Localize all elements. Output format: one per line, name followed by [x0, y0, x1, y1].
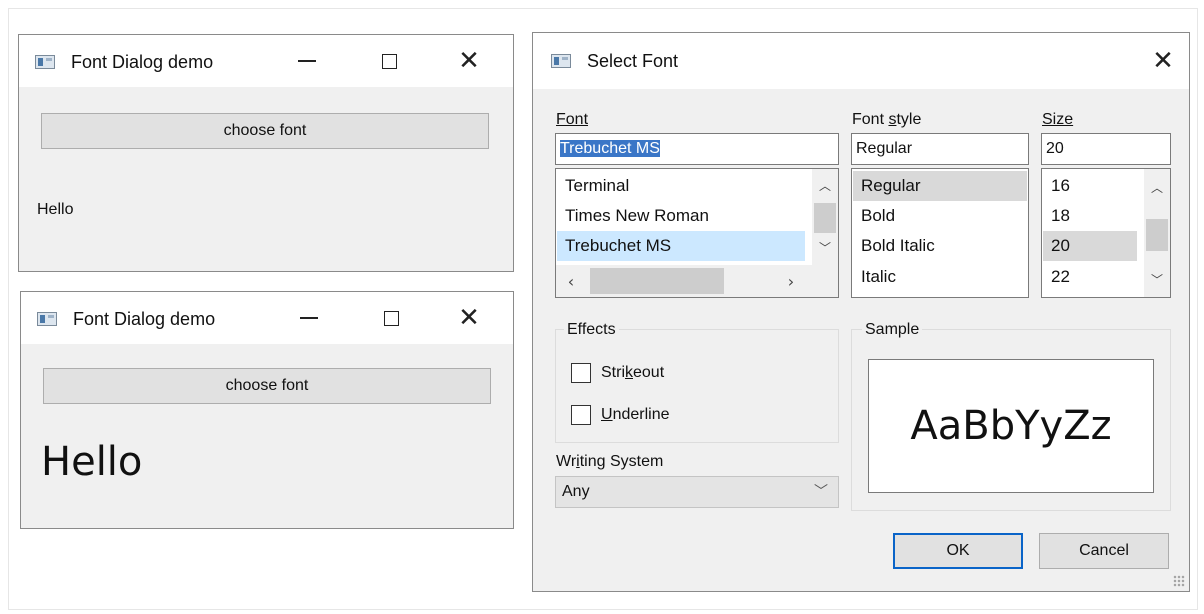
- font-name-selected-text: Trebuchet MS: [560, 140, 660, 157]
- minimize-icon: [298, 60, 316, 62]
- cancel-button[interactable]: Cancel: [1039, 533, 1169, 569]
- font-style-input[interactable]: Regular: [851, 133, 1029, 165]
- sample-text: AaBbYyZz: [910, 403, 1112, 449]
- app-icon: [551, 54, 571, 68]
- underline-checkbox[interactable]: [571, 405, 591, 425]
- size-list-vscrollbar[interactable]: ︿ ﹀: [1144, 169, 1170, 297]
- list-item-selected[interactable]: Trebuchet MS: [557, 231, 805, 261]
- window-title: Font Dialog demo: [71, 52, 214, 72]
- chevron-up-icon[interactable]: ︿: [812, 173, 838, 197]
- dialog-title: Select Font: [587, 51, 679, 71]
- chevron-left-icon[interactable]: ‹: [558, 269, 584, 293]
- effects-title: Effects: [564, 321, 619, 339]
- hello-label: Hello: [37, 201, 74, 218]
- close-icon: ✕: [1152, 46, 1174, 76]
- size-input[interactable]: 20: [1041, 133, 1171, 165]
- ok-button[interactable]: OK: [893, 533, 1023, 569]
- strikeout-checkbox[interactable]: [571, 363, 591, 383]
- maximize-icon: [381, 53, 397, 69]
- list-item-selected[interactable]: Regular: [853, 171, 1027, 201]
- font-dialog-demo-window-bottom: Font Dialog demo ✕ choose font Hello: [20, 291, 514, 529]
- writing-system-combo[interactable]: Any ﹀: [555, 476, 839, 508]
- window-title: Font Dialog demo: [73, 309, 216, 329]
- app-icon: [35, 55, 55, 69]
- scroll-thumb[interactable]: [814, 203, 836, 233]
- underline-u: U: [601, 406, 613, 423]
- minimize-icon: [300, 317, 318, 319]
- size-label: Size: [1042, 111, 1073, 129]
- hello-label: Hello: [41, 439, 143, 485]
- list-item[interactable]: Times New Roman: [557, 201, 807, 231]
- chevron-down-icon: ﹀: [814, 484, 828, 500]
- list-item[interactable]: 22: [1043, 262, 1139, 292]
- font-style-label: Font style: [852, 111, 922, 128]
- font-list[interactable]: Terminal Times New Roman Trebuchet MS ︿ …: [555, 168, 839, 298]
- maximize-button[interactable]: [369, 41, 409, 81]
- close-icon: ✕: [458, 303, 480, 333]
- close-button[interactable]: ✕: [1143, 41, 1183, 81]
- underline-checkbox-row[interactable]: Underline: [571, 405, 670, 425]
- list-item[interactable]: Bold Italic: [853, 231, 1027, 261]
- minimize-button[interactable]: [289, 298, 329, 338]
- size-list[interactable]: 16 18 20 22 ︿ ﹀: [1041, 168, 1171, 298]
- close-button[interactable]: ✕: [449, 298, 489, 338]
- choose-font-button[interactable]: choose font: [43, 368, 491, 404]
- scroll-thumb[interactable]: [1146, 219, 1168, 251]
- close-icon: ✕: [458, 46, 480, 76]
- strikeout-label: Strikeout: [601, 364, 665, 381]
- chevron-right-icon[interactable]: ›: [778, 269, 804, 293]
- strikeout-u: k: [625, 364, 633, 381]
- font-style-label-u: s: [888, 111, 897, 128]
- font-label-text: Font: [556, 111, 589, 128]
- chevron-down-icon[interactable]: ﹀: [812, 235, 838, 259]
- list-item[interactable]: Bold: [853, 201, 1027, 231]
- list-item[interactable]: 18: [1043, 201, 1139, 231]
- title-bar[interactable]: Font Dialog demo ✕: [19, 35, 513, 87]
- font-label: Font: [556, 111, 588, 129]
- strikeout-checkbox-row[interactable]: Strikeout: [571, 363, 664, 383]
- list-item-selected[interactable]: 20: [1043, 231, 1137, 261]
- sample-title: Sample: [862, 321, 923, 339]
- font-list-vscrollbar[interactable]: ︿ ﹀: [812, 169, 838, 265]
- font-list-hscrollbar[interactable]: ‹ ›: [556, 265, 838, 297]
- chevron-down-icon[interactable]: ﹀: [1144, 267, 1170, 291]
- sample-preview: AaBbYyZz: [868, 359, 1154, 493]
- scroll-thumb[interactable]: [590, 268, 724, 294]
- select-font-dialog: Select Font ✕ Font Trebuchet MS Terminal…: [532, 32, 1190, 592]
- maximize-icon: [383, 310, 399, 326]
- writing-system-value: Any: [562, 483, 590, 500]
- font-name-input[interactable]: Trebuchet MS: [555, 133, 839, 165]
- font-style-list[interactable]: Regular Bold Bold Italic Italic: [851, 168, 1029, 298]
- chevron-up-icon[interactable]: ︿: [1144, 175, 1170, 199]
- writing-system-label: Writing System: [556, 453, 664, 470]
- minimize-button[interactable]: [287, 41, 327, 81]
- font-dialog-demo-window-top: Font Dialog demo ✕ choose font Hello: [18, 34, 514, 272]
- title-bar[interactable]: Font Dialog demo ✕: [21, 292, 513, 344]
- underline-label: Underline: [601, 406, 670, 423]
- title-bar[interactable]: Select Font ✕: [533, 33, 1189, 89]
- size-label-text: Size: [1042, 111, 1074, 128]
- close-button[interactable]: ✕: [449, 41, 489, 81]
- writing-system-u: i: [576, 453, 580, 470]
- maximize-button[interactable]: [371, 298, 411, 338]
- resize-grip-icon[interactable]: [1173, 575, 1185, 587]
- effects-group: [555, 329, 839, 443]
- choose-font-button[interactable]: choose font: [41, 113, 489, 149]
- list-item[interactable]: Italic: [853, 262, 1027, 292]
- list-item[interactable]: 16: [1043, 171, 1139, 201]
- app-icon: [37, 312, 57, 326]
- list-item[interactable]: Terminal: [557, 171, 807, 201]
